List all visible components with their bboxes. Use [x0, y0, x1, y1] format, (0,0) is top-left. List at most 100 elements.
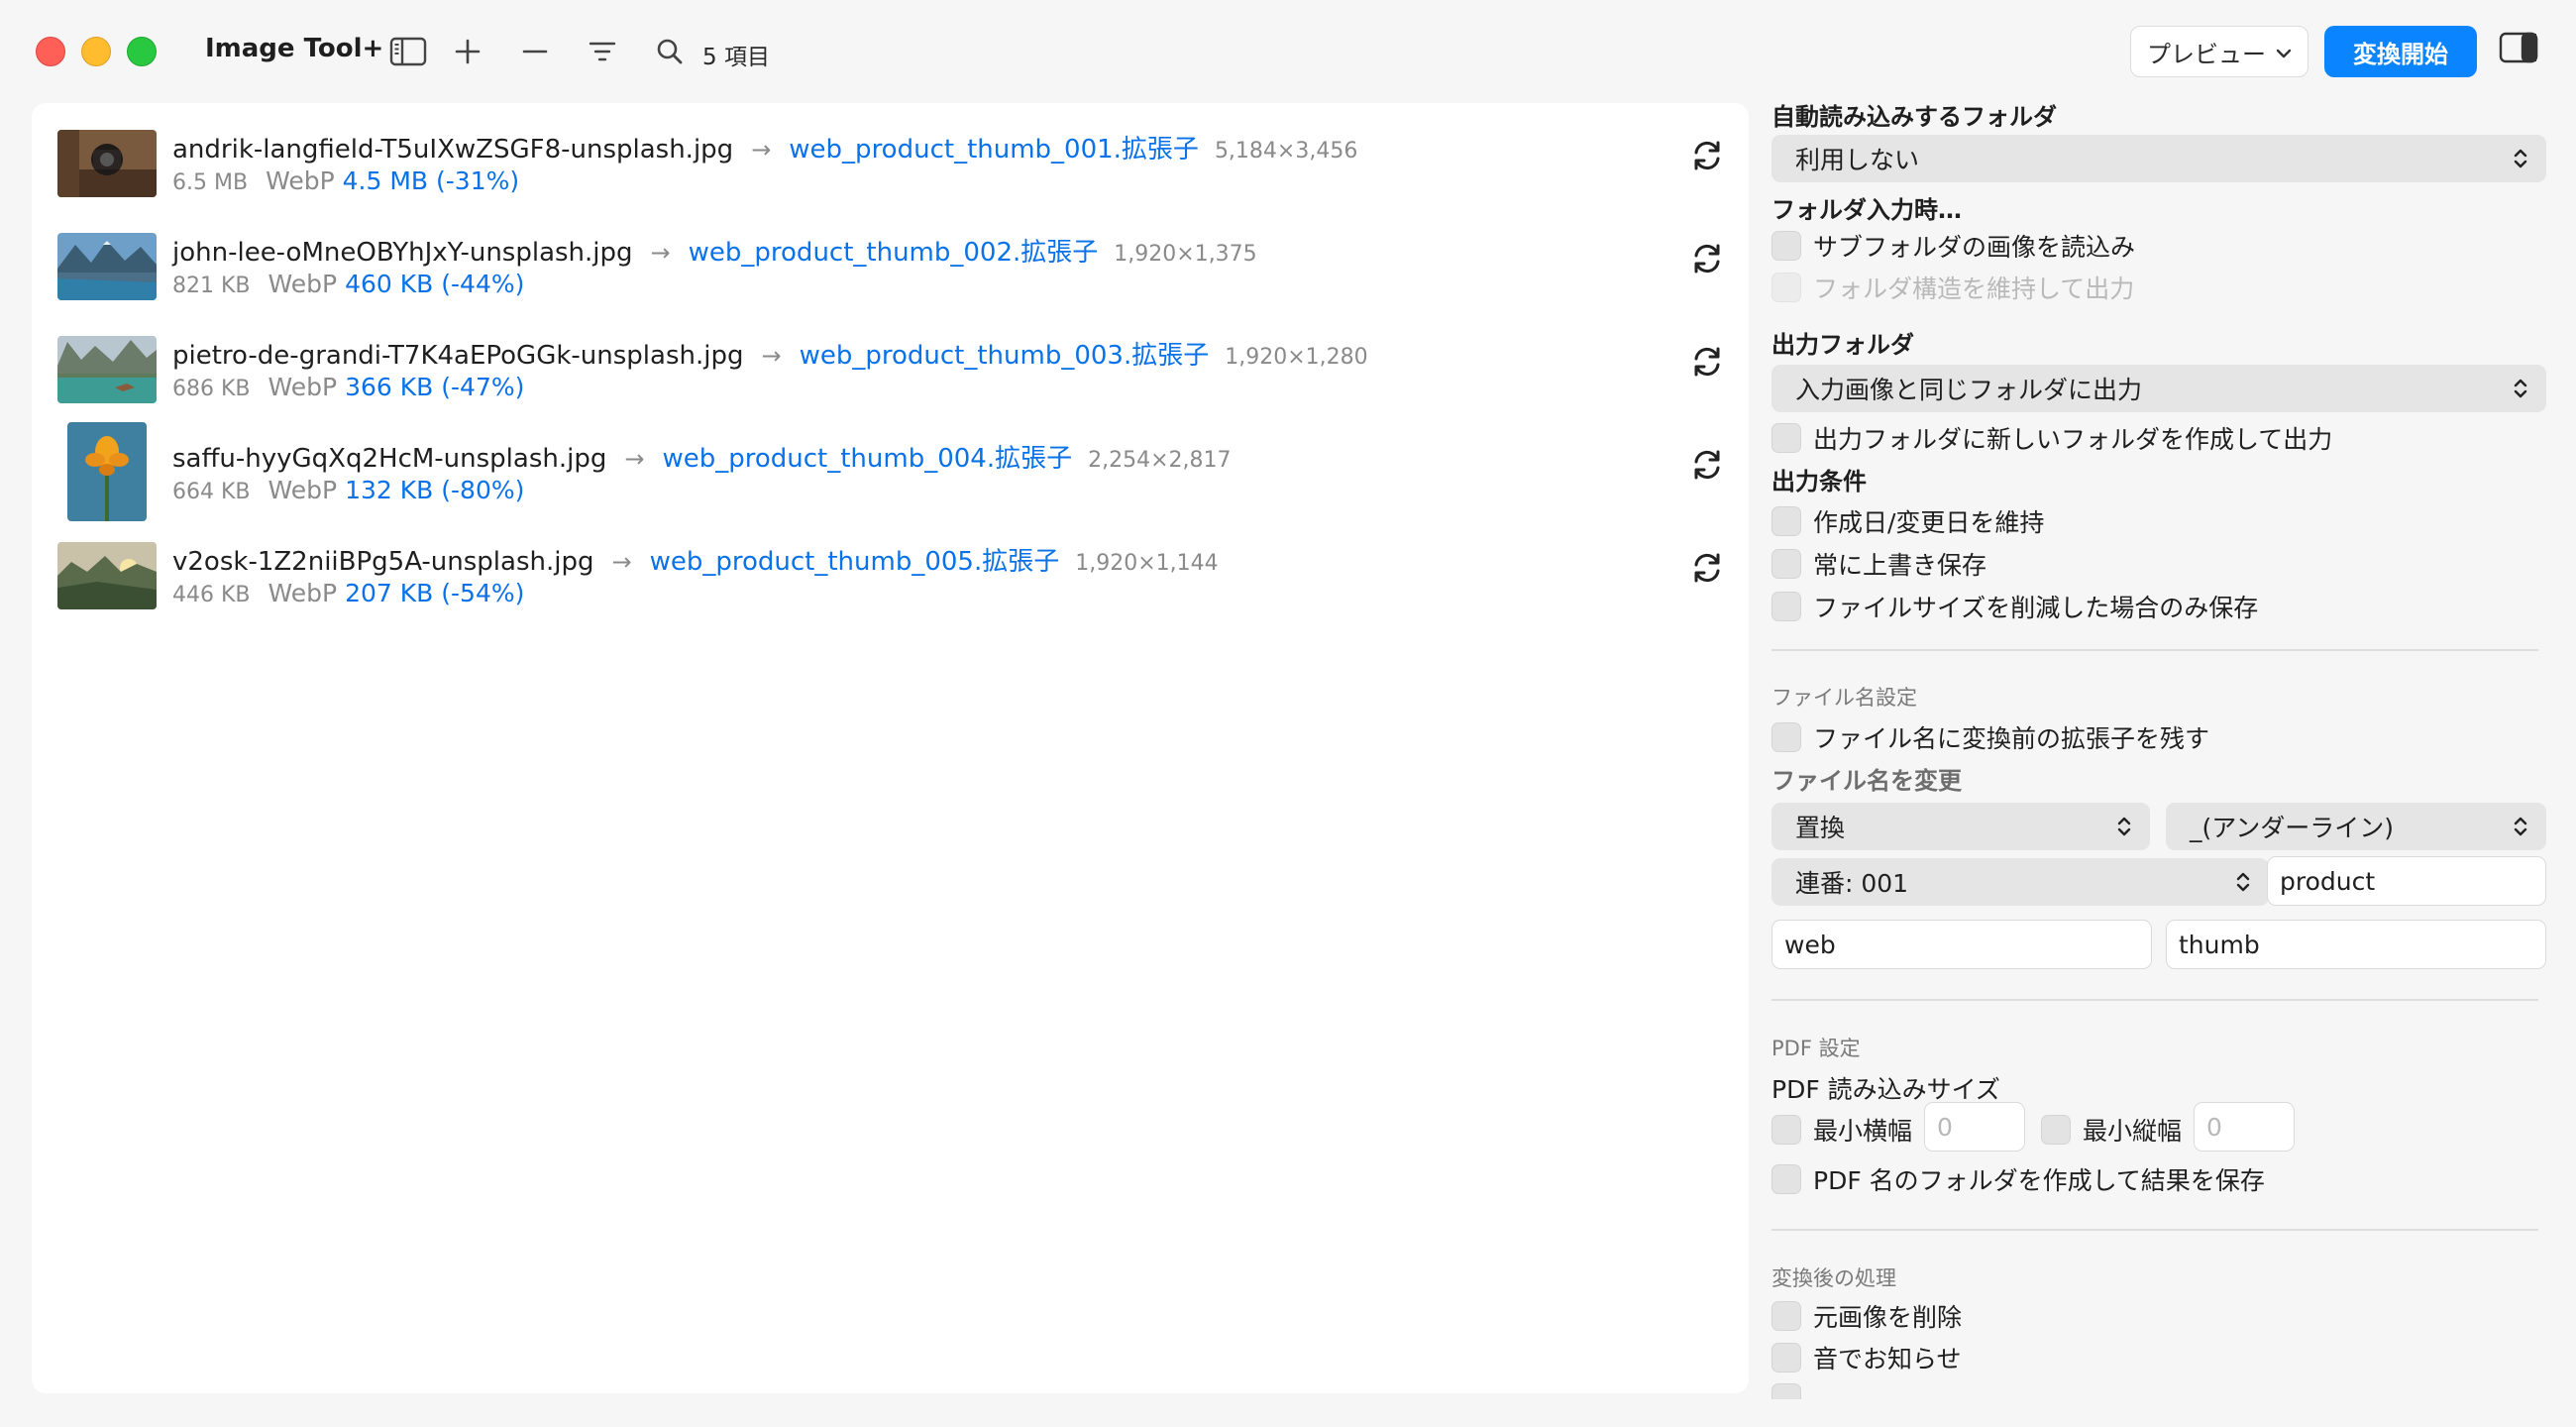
checkbox[interactable]: [1771, 722, 1801, 752]
min-width-field[interactable]: 0: [1924, 1102, 2025, 1152]
rename-mode-value: 置換: [1795, 814, 1846, 842]
arrow-right-icon: →: [751, 136, 772, 164]
checkbox[interactable]: [1771, 1301, 1801, 1331]
checkbox[interactable]: [1771, 506, 1801, 536]
min-height-field[interactable]: 0: [2194, 1102, 2295, 1152]
thumbnail-image: [57, 336, 157, 403]
arrow-right-icon: →: [650, 239, 671, 267]
output-format: WebP: [268, 476, 338, 504]
keep-structure-checkbox: フォルダ構造を維持して出力: [1771, 270, 2134, 305]
checkbox[interactable]: [1771, 1164, 1801, 1194]
convert-button[interactable]: 変換開始: [2324, 26, 2477, 77]
output-format: WebP: [268, 579, 338, 607]
source-size: 686 KB: [172, 377, 251, 401]
sound-notify-checkbox[interactable]: 音でお知らせ: [1771, 1340, 1962, 1375]
checkbox[interactable]: [1771, 1383, 1801, 1399]
updown-chevron-icon: [2235, 870, 2251, 900]
app-window: Image Tool+ 5 項目 プレビュー 変換開始 andrik-langf…: [0, 0, 2576, 1427]
checkbox[interactable]: [1771, 1343, 1801, 1372]
checkbox[interactable]: [1771, 423, 1801, 453]
plus-icon[interactable]: [446, 30, 489, 73]
overwrite-checkbox[interactable]: 常に上書き保存: [1771, 546, 1986, 582]
file-row[interactable]: saffu-hyyGqXq2HcM-unsplash.jpg → web_pro…: [32, 412, 1749, 521]
arrow-right-icon: →: [761, 342, 782, 370]
rename-mode-select[interactable]: 置換: [1771, 803, 2150, 850]
delete-original-checkbox[interactable]: 元画像を削除: [1771, 1298, 1962, 1334]
keep-extension-checkbox[interactable]: ファイル名に変換前の拡張子を残す: [1771, 719, 2209, 755]
min-height-checkbox[interactable]: 最小縦幅: [2041, 1112, 2182, 1148]
checkbox[interactable]: [1771, 549, 1801, 579]
search-icon[interactable]: [648, 30, 692, 73]
refresh-icon[interactable]: [1690, 551, 1724, 589]
checkbox-label: ファイルサイズを削減した場合のみ保存: [1813, 594, 2259, 622]
file-list: andrik-langfield-T5uIXwZSGF8-unsplash.jp…: [32, 103, 1749, 1393]
auto-folder-select[interactable]: 利用しない: [1771, 135, 2546, 182]
divider: [1771, 649, 2538, 651]
checkbox-label: 作成日/変更日を維持: [1813, 508, 2045, 537]
sidebar-icon[interactable]: [386, 30, 430, 73]
updown-chevron-icon: [2513, 815, 2528, 844]
minimize-window-button[interactable]: [81, 37, 111, 66]
min-width-checkbox[interactable]: 最小横幅: [1771, 1112, 1912, 1148]
refresh-icon[interactable]: [1690, 139, 1724, 176]
filename-text-field[interactable]: thumb: [2166, 920, 2546, 969]
save-if-smaller-checkbox[interactable]: ファイルサイズを削減した場合のみ保存: [1771, 589, 2258, 624]
app-title: Image Tool+: [205, 34, 384, 63]
divider: [1771, 1229, 2538, 1231]
arrow-right-icon: →: [611, 548, 632, 576]
pdf-folder-checkbox[interactable]: PDF 名のフォルダを作成して結果を保存: [1771, 1161, 2265, 1197]
checkbox[interactable]: [1771, 1115, 1801, 1145]
inspector-toggle-icon[interactable]: [2499, 32, 2538, 67]
source-filename: john-lee-oMneOBYhJxY-unsplash.jpg: [172, 238, 633, 268]
thumbnail-image: [57, 130, 157, 197]
zoom-window-button[interactable]: [127, 37, 157, 66]
output-format: WebP: [268, 373, 338, 401]
separator-value: _(アンダーライン): [2190, 814, 2395, 842]
output-size: 4.5 MB (-31%): [342, 166, 520, 195]
checkbox[interactable]: [1771, 231, 1801, 261]
checkbox-label: 常に上書き保存: [1813, 551, 1987, 580]
separator-select[interactable]: _(アンダーライン): [2166, 803, 2546, 850]
output-size: 207 KB (-54%): [345, 579, 525, 607]
new-folder-checkbox[interactable]: 出力フォルダに新しいフォルダを作成して出力: [1771, 420, 2332, 456]
output-filename: web_product_thumb_003.拡張子: [799, 341, 1210, 371]
source-size: 821 KB: [172, 274, 251, 298]
checkbox-label: PDF 名のフォルダを作成して結果を保存: [1813, 1166, 2265, 1195]
filename-text-field[interactable]: web: [1771, 920, 2152, 969]
output-folder-select[interactable]: 入力画像と同じフォルダに出力: [1771, 365, 2546, 412]
image-dimensions: 1,920×1,375: [1114, 242, 1257, 267]
minus-icon[interactable]: [513, 30, 557, 73]
source-filename: andrik-langfield-T5uIXwZSGF8-unsplash.jp…: [172, 135, 734, 165]
close-window-button[interactable]: [36, 37, 65, 66]
file-row[interactable]: andrik-langfield-T5uIXwZSGF8-unsplash.jp…: [32, 103, 1749, 206]
source-filename: saffu-hyyGqXq2HcM-unsplash.jpg: [172, 444, 607, 474]
checkbox-label: 最小横幅: [1813, 1117, 1913, 1146]
rename-heading: ファイル名を変更: [1771, 767, 1962, 795]
checkbox[interactable]: [2041, 1115, 2071, 1145]
checkbox-label: 最小縦幅: [2083, 1117, 2183, 1146]
file-row[interactable]: john-lee-oMneOBYhJxY-unsplash.jpg → web_…: [32, 206, 1749, 309]
preview-dropdown[interactable]: プレビュー: [2130, 26, 2308, 77]
source-size: 664 KB: [172, 480, 251, 504]
output-conditions-heading: 出力条件: [1771, 468, 1867, 495]
sequence-select[interactable]: 連番: 001: [1771, 858, 2269, 906]
output-format: WebP: [268, 270, 338, 298]
checkbox-label: 元画像を削除: [1813, 1303, 1963, 1332]
source-size: 446 KB: [172, 583, 251, 607]
filename-text-field[interactable]: product: [2267, 856, 2546, 906]
auto-folder-heading: 自動読み込みするフォルダ: [1771, 103, 2057, 131]
file-row[interactable]: pietro-de-grandi-T7K4aEPoGGk-unsplash.jp…: [32, 309, 1749, 412]
image-dimensions: 2,254×2,817: [1088, 448, 1232, 473]
file-row[interactable]: v2osk-1Z2niiBPg5A-unsplash.jpg → web_pro…: [32, 515, 1749, 618]
checkbox[interactable]: [1771, 592, 1801, 621]
next-option-checkbox[interactable]: [1771, 1383, 1801, 1399]
refresh-icon[interactable]: [1690, 242, 1724, 279]
keep-dates-checkbox[interactable]: 作成日/変更日を維持: [1771, 503, 2044, 539]
refresh-icon[interactable]: [1690, 448, 1724, 486]
output-filename: web_product_thumb_004.拡張子: [662, 444, 1073, 474]
settings-panel: 自動読み込みするフォルダ 利用しない フォルダ入力時… サブフォルダの画像を読込…: [1770, 91, 2546, 1399]
subfolders-checkbox[interactable]: サブフォルダの画像を読込み: [1771, 228, 2135, 264]
filter-icon[interactable]: [581, 30, 624, 73]
refresh-icon[interactable]: [1690, 345, 1724, 383]
output-size: 132 KB (-80%): [345, 476, 525, 504]
